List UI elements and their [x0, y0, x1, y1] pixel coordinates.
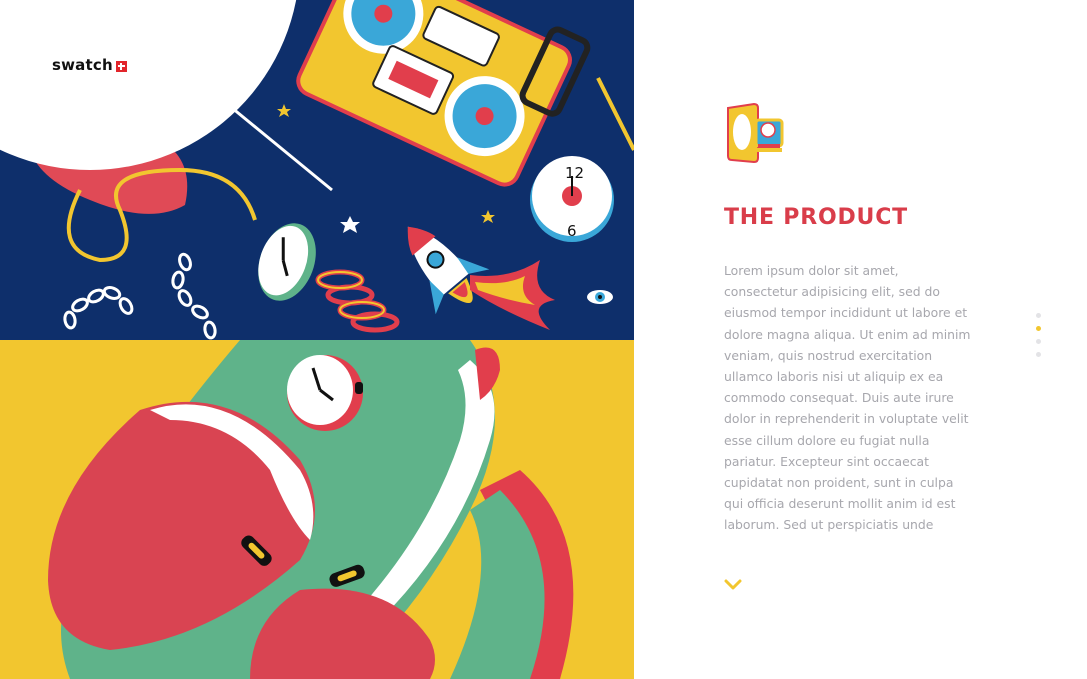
brand-logo[interactable]: swatch	[52, 56, 127, 74]
pagination-dot-active[interactable]	[1036, 326, 1041, 331]
backpack-illustration	[48, 340, 574, 679]
pagination-dot[interactable]	[1036, 352, 1041, 357]
bottom-illustration	[0, 340, 634, 679]
chevron-down-icon[interactable]	[724, 578, 742, 592]
top-illustration: 12 6 swatch	[0, 0, 634, 340]
swiss-cross-icon	[115, 60, 127, 72]
brand-name: swatch	[52, 56, 113, 74]
svg-text:6: 6	[567, 222, 577, 240]
pagination-dot[interactable]	[1036, 339, 1041, 344]
svg-text:12: 12	[565, 164, 584, 182]
pagination-dots	[1036, 313, 1041, 357]
product-mirror-icon	[727, 102, 784, 164]
illustration-panel: 12 6 swatch	[0, 0, 634, 679]
section-title: THE PRODUCT	[724, 205, 908, 230]
section-body: Lorem ipsum dolor sit amet, consectetur …	[724, 263, 971, 533]
content-panel: THE PRODUCT Lorem ipsum dolor sit amet, …	[634, 0, 1087, 679]
pagination-dot[interactable]	[1036, 313, 1041, 318]
